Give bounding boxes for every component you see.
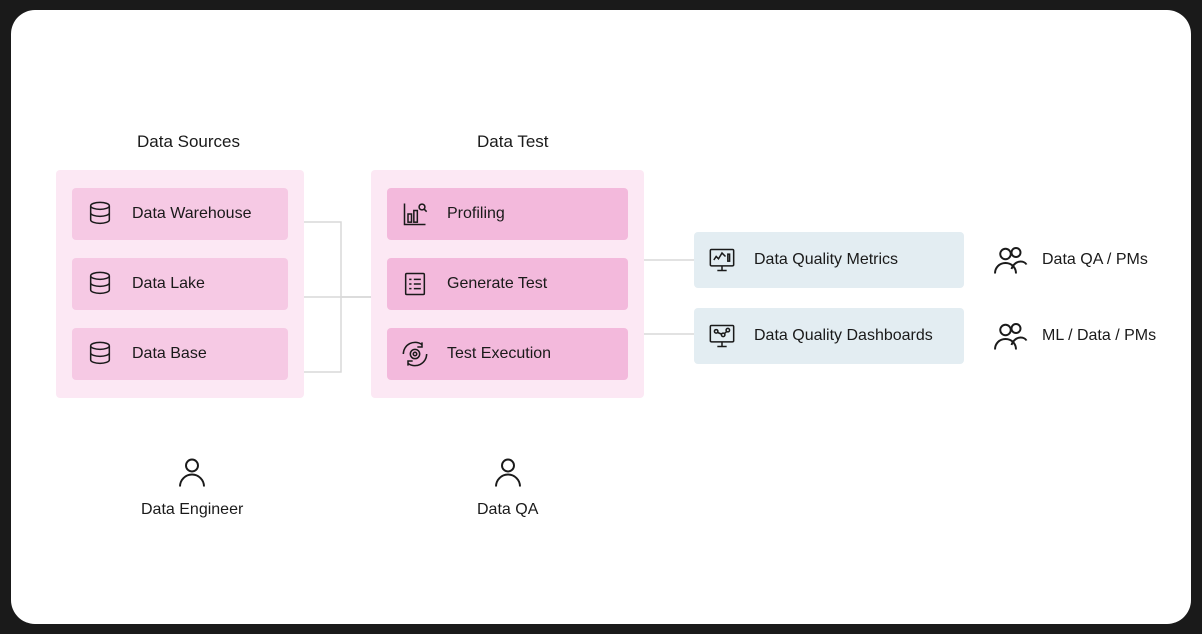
source-item-database: Data Base [72, 328, 288, 380]
source-label: Data Base [132, 345, 207, 363]
database-icon [86, 340, 114, 368]
database-icon [86, 270, 114, 298]
test-item-generate: Generate Test [387, 258, 628, 310]
output-item-metrics: Data Quality Metrics [694, 232, 964, 288]
outputs-column: Data Quality Metrics Data QA / PMs Data … [694, 232, 1156, 364]
monitor-metrics-icon [708, 246, 736, 274]
test-label: Generate Test [447, 275, 547, 293]
users-icon [992, 242, 1028, 278]
user-icon [490, 455, 526, 491]
source-item-warehouse: Data Warehouse [72, 188, 288, 240]
user-icon [174, 455, 210, 491]
output-label: Data Quality Dashboards [754, 327, 933, 345]
source-label: Data Lake [132, 275, 205, 293]
test-title: Data Test [477, 132, 549, 152]
monitor-dashboard-icon [708, 322, 736, 350]
output-row-dashboards: Data Quality Dashboards ML / Data / PMs [694, 308, 1156, 364]
output-item-dashboards: Data Quality Dashboards [694, 308, 964, 364]
test-panel: Profiling Generate Test Test Execution [371, 170, 644, 398]
audience-label: ML / Data / PMs [1042, 327, 1156, 345]
checklist-icon [401, 270, 429, 298]
chart-magnify-icon [401, 200, 429, 228]
role-data-engineer: Data Engineer [141, 455, 243, 519]
audience-label: Data QA / PMs [1042, 251, 1148, 269]
output-label: Data Quality Metrics [754, 251, 898, 269]
output-row-metrics: Data Quality Metrics Data QA / PMs [694, 232, 1156, 288]
test-label: Profiling [447, 205, 505, 223]
role-label: Data QA [477, 501, 538, 519]
role-data-qa: Data QA [477, 455, 538, 519]
role-label: Data Engineer [141, 501, 243, 519]
test-label: Test Execution [447, 345, 551, 363]
diagram-card: Data Sources Data Test Data Warehouse Da… [11, 10, 1191, 624]
source-label: Data Warehouse [132, 205, 251, 223]
gear-cycle-icon [401, 340, 429, 368]
test-item-profiling: Profiling [387, 188, 628, 240]
audience-qa-pms: Data QA / PMs [992, 242, 1148, 278]
sources-panel: Data Warehouse Data Lake Data Base [56, 170, 304, 398]
database-icon [86, 200, 114, 228]
test-item-execution: Test Execution [387, 328, 628, 380]
users-icon [992, 318, 1028, 354]
source-item-lake: Data Lake [72, 258, 288, 310]
sources-title: Data Sources [137, 132, 240, 152]
audience-ml-data-pms: ML / Data / PMs [992, 318, 1156, 354]
